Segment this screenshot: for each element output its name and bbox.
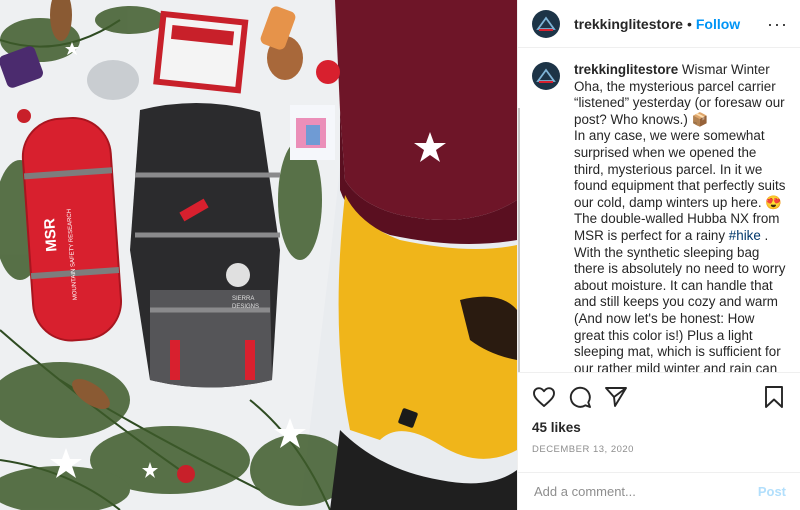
mountain-logo-icon (536, 15, 556, 31)
pack-brand-text: SIERRA (232, 296, 254, 302)
post-header: trekkinglitestore • Follow ··· (518, 0, 800, 48)
caption-area[interactable]: trekkinglitestore Wismar Winter Oha, the… (518, 48, 800, 372)
save-button[interactable] (762, 385, 786, 409)
separator-dot: • (686, 15, 692, 32)
mountain-logo-icon (536, 68, 556, 83)
caption-body: Wismar Winter Oha, the mysterious parcel… (574, 62, 786, 243)
comment-bar: Post (518, 472, 800, 510)
pack-brand2-text: DESIGNS (232, 304, 259, 310)
caption: trekkinglitestore Wismar Winter Oha, the… (532, 62, 788, 372)
header-username[interactable]: trekkinglitestore (574, 16, 683, 32)
likes-count[interactable]: 45 likes (518, 420, 800, 440)
hashtag-link[interactable]: #hike (729, 228, 761, 243)
caption-avatar[interactable] (532, 62, 560, 90)
caption-username[interactable]: trekkinglitestore (574, 62, 678, 77)
post-comment-button[interactable]: Post (758, 484, 786, 499)
bookmark-icon (765, 385, 783, 408)
post-photo[interactable]: MSR MOUNTAIN SAFETY RESEARCH SIERRA DESI… (0, 0, 517, 510)
post-date[interactable]: DECEMBER 13, 2020 (518, 440, 800, 464)
post-sidebar: trekkinglitestore • Follow ··· trekkingl… (517, 0, 800, 510)
like-button[interactable] (532, 385, 556, 409)
comment-button[interactable] (568, 385, 592, 409)
more-options-icon[interactable]: ··· (767, 15, 788, 33)
tent-brand-text: MSR (41, 218, 60, 253)
action-bar (518, 372, 800, 420)
paper-plane-icon (605, 386, 627, 407)
photo-illustration: MSR MOUNTAIN SAFETY RESEARCH SIERRA DESI… (0, 0, 517, 510)
follow-button[interactable]: Follow (696, 16, 740, 32)
comment-input[interactable] (532, 483, 758, 500)
avatar[interactable] (532, 9, 560, 38)
caption-scrollbar[interactable] (518, 108, 520, 372)
heart-icon (533, 386, 555, 407)
caption-body-continued: . With the synthetic sleeping bag there … (574, 227, 786, 372)
share-button[interactable] (604, 385, 628, 409)
comment-icon (569, 386, 591, 408)
instagram-post: MSR MOUNTAIN SAFETY RESEARCH SIERRA DESI… (0, 0, 800, 510)
caption-text: trekkinglitestore Wismar Winter Oha, the… (574, 62, 788, 372)
